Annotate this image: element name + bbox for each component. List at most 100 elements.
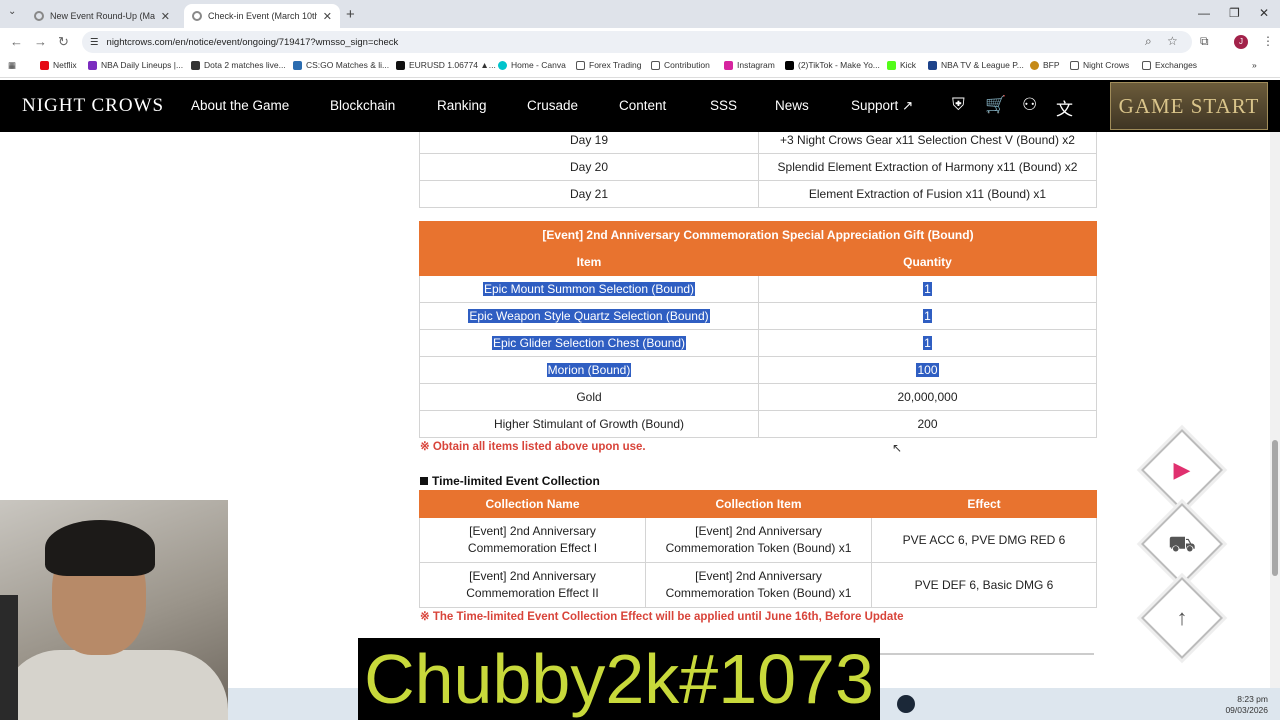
gift-row: Epic Mount Summon Selection (Bound) 1 [419, 275, 1097, 303]
site-info-icon[interactable]: ☰ [90, 37, 99, 48]
close-window-icon[interactable]: ✕ [1259, 6, 1269, 20]
reload-icon[interactable]: ↻ [58, 34, 69, 50]
nav-ranking[interactable]: Ranking [437, 98, 487, 113]
address-toolbar: ← → ↻ ☰ nightcrows.com/en/notice/event/o… [0, 28, 1280, 56]
zoom-icon[interactable]: ⌕ [1145, 34, 1152, 49]
browser-tab-2[interactable]: Check-in Event (March 10th, 20 ✕ [184, 4, 340, 28]
gift-qty: 1 [923, 336, 932, 350]
bookmark-csgo[interactable]: CS:GO Matches & li... [293, 60, 389, 70]
bookmark-nba-tv[interactable]: NBA TV & League P... [928, 60, 1024, 70]
system-clock[interactable]: 8:23 pm 09/03/2026 [1225, 694, 1268, 716]
collection-table: Collection Name Collection Item Effect [… [419, 490, 1097, 608]
bookmark-star-icon[interactable]: ☆ [1167, 34, 1178, 48]
bookmark-instagram[interactable]: Instagram [724, 60, 775, 70]
nba-lineups-icon [88, 60, 97, 70]
gift-item-name: Epic Glider Selection Chest (Bound) [491, 336, 687, 350]
gift-qty: 100 [916, 363, 939, 377]
csgo-icon [293, 60, 302, 70]
shield-icon[interactable]: ⛨ [952, 95, 965, 115]
scrollbar[interactable] [1270, 132, 1280, 688]
collection-heading: Time-limited Event Collection [420, 474, 600, 488]
gift-item-cell: Epic Weapon Style Quartz Selection (Boun… [419, 302, 759, 330]
gift-row: Gold 20,000,000 [419, 383, 1097, 411]
nav-news[interactable]: News [775, 98, 809, 113]
apps-icon[interactable]: ▦ [8, 60, 16, 71]
microphone-icon [0, 595, 18, 720]
nav-content[interactable]: Content [619, 98, 666, 113]
minimize-icon[interactable]: — [1198, 6, 1210, 20]
bookmark-kick[interactable]: Kick [887, 60, 916, 70]
bookmark-contribution[interactable]: Contribution [651, 60, 710, 70]
floating-play-button[interactable]: ▶ [1140, 428, 1224, 512]
tab-search-icon[interactable]: ⌄ [8, 6, 16, 17]
gift-row: Epic Glider Selection Chest (Bound) 1 [419, 329, 1097, 357]
scroll-top-button[interactable]: ↑ [1140, 576, 1224, 660]
bookmark-netflix[interactable]: Netflix [40, 60, 77, 70]
shop-cart-icon: ⛟ [1168, 531, 1196, 556]
collection-item-line: Commemoration Token (Bound) x1 [665, 586, 852, 600]
extensions-icon[interactable]: ⧉ [1200, 34, 1209, 49]
new-tab-button[interactable]: + [346, 6, 355, 23]
gift-qty-cell: 1 [758, 329, 1097, 357]
site-logo[interactable]: NIGHT CROWS [22, 95, 164, 117]
close-tab-icon[interactable]: ✕ [161, 10, 170, 23]
gift-item-cell: Higher Stimulant of Growth (Bound) [419, 410, 759, 438]
divider [880, 653, 1094, 655]
nav-support[interactable]: Support ↗ [851, 98, 913, 114]
profile-avatar[interactable]: J [1234, 35, 1248, 49]
cart-icon[interactable]: 🛒 [985, 95, 1006, 115]
gift-qty: 20,000,000 [897, 390, 958, 404]
mouse-cursor-icon: ↖ [892, 441, 903, 455]
scrollbar-thumb[interactable] [1272, 440, 1278, 576]
tiktok-icon [785, 60, 794, 70]
collection-item-cell: [Event] 2nd Anniversary Commemoration Tok… [645, 562, 872, 608]
game-start-button[interactable]: GAME START [1110, 82, 1268, 130]
collection-effect: PVE ACC 6, PVE DMG RED 6 [871, 517, 1097, 563]
nav-about[interactable]: About the Game [191, 98, 289, 113]
bookmarks-bar: ▦ Netflix NBA Daily Lineups |... Dota 2 … [0, 56, 1280, 78]
url-bar[interactable]: ☰ nightcrows.com/en/notice/event/ongoing… [82, 31, 1192, 53]
forward-icon[interactable]: → [34, 34, 47, 49]
back-icon[interactable]: ← [10, 34, 23, 49]
bookmark-exchanges[interactable]: Exchanges [1142, 60, 1197, 70]
browser-tab-1[interactable]: New Event Round-Up (March 1 ✕ [26, 4, 178, 28]
steam-icon[interactable] [897, 695, 915, 713]
collection-name-line: Commemoration Effect II [466, 586, 599, 600]
bookmark-nba-lineups[interactable]: NBA Daily Lineups |... [88, 60, 183, 70]
gift-item-cell: Morion (Bound) [419, 356, 759, 384]
play-icon: ▶ [1173, 457, 1191, 482]
nav-sss[interactable]: SSS [710, 98, 737, 113]
tab-favicon-icon [192, 11, 202, 21]
checkin-reward: Splendid Element Extraction of Harmony x… [758, 153, 1097, 181]
language-icon[interactable]: 文 [1056, 95, 1073, 120]
bookmark-canva[interactable]: Home - Canva [498, 60, 566, 70]
bookmark-forex[interactable]: Forex Trading [576, 60, 641, 70]
floating-shop-button[interactable]: ⛟ [1140, 502, 1224, 586]
tab-title: Check-in Event (March 10th, 20 [208, 11, 317, 21]
gift-table: [Event] 2nd Anniversary Commemoration Sp… [419, 221, 1097, 438]
bookmark-bfp[interactable]: BFP [1030, 60, 1060, 70]
bookmark-dota[interactable]: Dota 2 matches live... [191, 60, 286, 70]
nav-crusade[interactable]: Crusade [527, 98, 578, 113]
collection-note: ※ The Time-limited Event Collection Effe… [420, 611, 904, 623]
community-icon[interactable]: ⚇ [1022, 95, 1037, 115]
bfp-icon [1030, 60, 1039, 70]
bookmark-tiktok[interactable]: (2)TikTok - Make Yo... [785, 60, 880, 70]
bookmark-eurusd[interactable]: EURUSD 1.06774 ▲... [396, 60, 496, 70]
nav-blockchain[interactable]: Blockchain [330, 98, 395, 113]
gift-qty-cell: 1 [758, 275, 1097, 303]
gift-note: ※ Obtain all items listed above upon use… [420, 441, 646, 453]
more-bookmarks-icon[interactable]: » [1252, 60, 1257, 70]
restore-icon[interactable]: ❐ [1229, 6, 1240, 20]
close-tab-icon[interactable]: ✕ [323, 10, 332, 23]
webcam-person-shirt [0, 650, 228, 720]
square-bullet-icon [420, 477, 428, 485]
collection-name-line: [Event] 2nd Anniversary [469, 524, 596, 538]
gift-item-name: Morion (Bound) [546, 363, 632, 377]
menu-icon[interactable]: ⋮ [1262, 34, 1274, 48]
bookmark-night-crows[interactable]: Night Crows [1070, 60, 1129, 70]
checkin-row: Day 20 Splendid Element Extraction of Har… [419, 153, 1097, 181]
collection-item-line: Commemoration Token (Bound) x1 [665, 541, 852, 555]
canva-icon [498, 60, 507, 70]
streamer-banner: Chubby2k#1073 [358, 638, 880, 720]
